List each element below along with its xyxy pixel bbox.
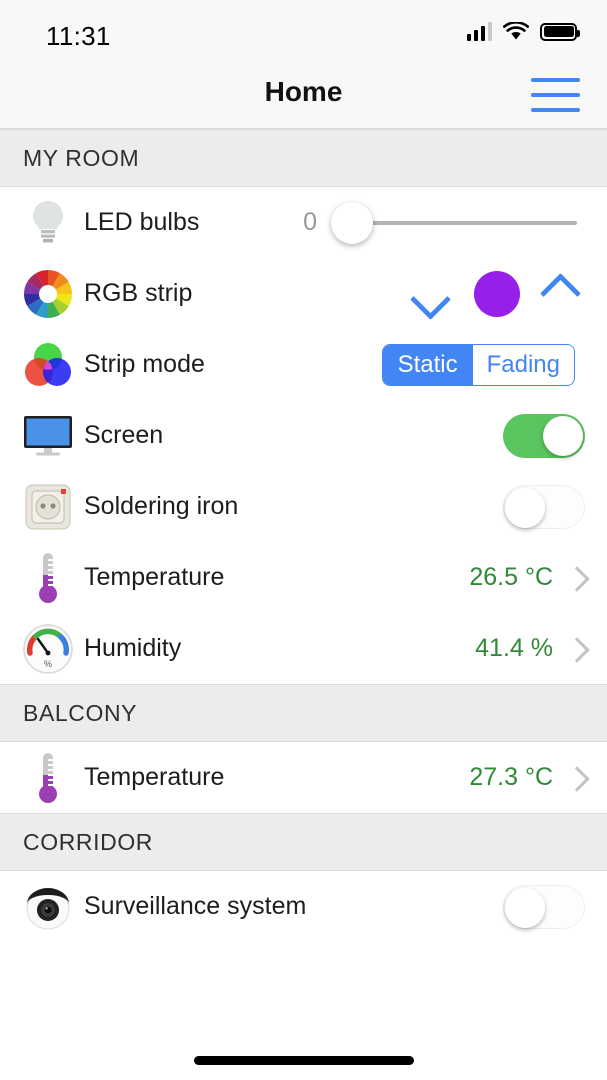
chevron-right-icon[interactable] bbox=[567, 634, 585, 664]
temperature-value-wrap: 26.5 °C bbox=[469, 563, 607, 593]
humidity-value-wrap: 41.4 % bbox=[475, 634, 607, 664]
battery-full-icon bbox=[540, 22, 580, 41]
row-label: Humidity bbox=[84, 634, 182, 662]
phone-screen: 11:31 Home MY ROOM LED bulbs 0 RGB strip… bbox=[0, 0, 607, 1080]
hamburger-menu-icon[interactable] bbox=[531, 78, 580, 112]
cellular-signal-icon bbox=[466, 22, 492, 41]
sensor-value: 26.5 °C bbox=[469, 563, 553, 591]
row-led-bulbs[interactable]: LED bulbs 0 bbox=[0, 187, 607, 258]
monitor-icon bbox=[20, 408, 76, 464]
nav-bar: Home bbox=[0, 62, 607, 129]
row-label: Surveillance system bbox=[84, 892, 307, 920]
row-label: Temperature bbox=[84, 763, 225, 791]
strip-mode-segmented-control: Static Fading bbox=[381, 343, 607, 386]
thermometer-icon bbox=[20, 750, 76, 806]
slider-track[interactable] bbox=[349, 220, 577, 225]
chevron-right-icon[interactable] bbox=[567, 563, 585, 593]
row-temperature-my-room[interactable]: Temperature 26.5 °C bbox=[0, 542, 607, 613]
slider-value: 0 bbox=[303, 208, 317, 236]
row-strip-mode[interactable]: Strip mode Static Fading bbox=[0, 329, 607, 400]
home-indicator[interactable] bbox=[193, 1056, 414, 1065]
sensor-value: 27.3 °C bbox=[469, 763, 553, 791]
thermometer-icon bbox=[20, 550, 76, 606]
row-label: Temperature bbox=[84, 563, 225, 591]
chevron-right-icon[interactable] bbox=[567, 763, 585, 793]
security-camera-icon bbox=[20, 879, 76, 935]
row-label: Soldering iron bbox=[84, 492, 239, 520]
rgb-color-swatch[interactable] bbox=[474, 270, 520, 317]
soldering-iron-toggle-wrap bbox=[503, 484, 607, 529]
rgb-circles-icon bbox=[20, 337, 76, 393]
status-bar: 11:31 bbox=[0, 0, 607, 62]
status-time: 11:31 bbox=[46, 21, 111, 51]
segment-fading[interactable]: Fading bbox=[472, 344, 574, 385]
chevron-down-icon[interactable] bbox=[409, 277, 455, 311]
screen-toggle-wrap bbox=[503, 413, 607, 458]
section-header-corridor: CORRIDOR bbox=[0, 813, 607, 871]
svg-text:%: % bbox=[44, 659, 52, 669]
segment-static[interactable]: Static bbox=[382, 344, 473, 385]
power-socket-icon bbox=[20, 479, 76, 535]
row-label: RGB strip bbox=[84, 279, 193, 307]
rgb-color-stepper bbox=[409, 270, 607, 317]
row-label: LED bulbs bbox=[84, 208, 200, 236]
device-list: MY ROOM LED bulbs 0 RGB strip Strip mode… bbox=[0, 129, 607, 1080]
temperature-value-wrap: 27.3 °C bbox=[469, 763, 607, 793]
row-label: Strip mode bbox=[84, 350, 205, 378]
brightness-slider-wrap: 0 bbox=[303, 201, 607, 245]
surveillance-toggle-wrap bbox=[503, 884, 607, 929]
wifi-icon bbox=[502, 21, 530, 41]
section-header-my-room: MY ROOM bbox=[0, 129, 607, 187]
status-icons bbox=[466, 21, 580, 41]
light-bulb-icon bbox=[20, 195, 76, 251]
page-title: Home bbox=[264, 76, 343, 107]
screen-toggle[interactable] bbox=[503, 413, 585, 458]
sensor-value: 41.4 % bbox=[475, 634, 553, 662]
row-soldering-iron[interactable]: Soldering iron bbox=[0, 471, 607, 542]
row-surveillance-system[interactable]: Surveillance system bbox=[0, 871, 607, 942]
color-wheel-icon bbox=[20, 266, 76, 322]
surveillance-toggle[interactable] bbox=[503, 884, 585, 929]
row-screen[interactable]: Screen bbox=[0, 400, 607, 471]
hygrometer-icon: % bbox=[20, 621, 76, 677]
row-label: Screen bbox=[84, 421, 164, 449]
row-temperature-balcony[interactable]: Temperature 27.3 °C bbox=[0, 742, 607, 813]
soldering-iron-toggle[interactable] bbox=[503, 484, 585, 529]
brightness-slider[interactable] bbox=[331, 201, 577, 245]
slider-thumb[interactable] bbox=[331, 201, 373, 244]
chevron-up-icon[interactable] bbox=[539, 277, 585, 311]
row-humidity[interactable]: % Humidity 41.4 % bbox=[0, 613, 607, 684]
section-header-balcony: BALCONY bbox=[0, 684, 607, 742]
row-rgb-strip[interactable]: RGB strip bbox=[0, 258, 607, 329]
